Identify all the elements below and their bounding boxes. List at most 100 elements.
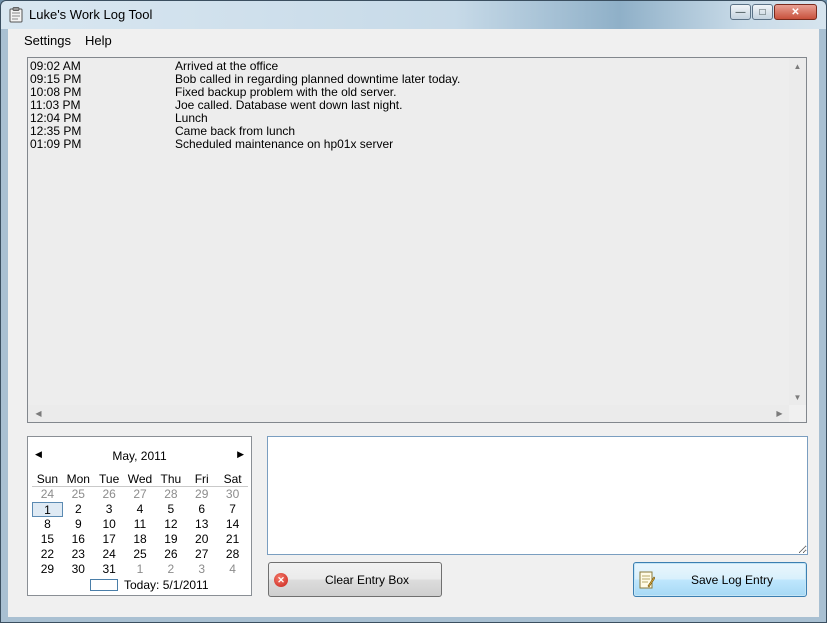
log-list-panel[interactable]: 09:02 AM Arrived at the office 09:15 PM Bob… — [27, 57, 807, 423]
calendar-day[interactable]: 4 — [217, 562, 248, 577]
month-calendar[interactable]: ◀ May, 2011 ▶ Sun Mon Tue Wed Thu Fri Sat 24 25… — [27, 436, 252, 596]
calendar-week-row: 15 16 17 18 19 20 21 — [32, 532, 248, 547]
scroll-corner — [789, 405, 806, 422]
calendar-day[interactable]: 2 — [155, 562, 186, 577]
calendar-day[interactable]: 24 — [32, 487, 63, 502]
calendar-day[interactable]: 30 — [63, 562, 94, 577]
client-area: Settings Help 09:02 AM Arrived at the off… — [8, 29, 819, 617]
weekday-label: Thu — [160, 472, 182, 486]
calendar-day[interactable]: 7 — [217, 502, 248, 517]
entry-textbox[interactable] — [267, 436, 808, 555]
calendar-day[interactable]: 9 — [63, 517, 94, 532]
horizontal-scrollbar[interactable]: ◀ ▶ — [28, 405, 790, 422]
calendar-day[interactable]: 3 — [186, 562, 217, 577]
calendar-day[interactable]: 28 — [217, 547, 248, 562]
calendar-day[interactable]: 29 — [186, 487, 217, 502]
calendar-day[interactable]: 1 — [125, 562, 156, 577]
calendar-day[interactable]: 15 — [32, 532, 63, 547]
calendar-day[interactable]: 30 — [217, 487, 248, 502]
calendar-day[interactable]: 3 — [94, 502, 125, 517]
menu-bar: Settings Help — [8, 29, 819, 53]
scroll-up-icon[interactable]: ▲ — [789, 58, 806, 75]
calendar-day[interactable]: 25 — [63, 487, 94, 502]
calendar-day[interactable]: 24 — [94, 547, 125, 562]
vertical-scrollbar[interactable]: ▲ ▼ — [789, 58, 806, 406]
calendar-day[interactable]: 26 — [155, 547, 186, 562]
log-entry-text: Scheduled maintenance on hp01x server — [175, 137, 394, 151]
calendar-day[interactable]: 8 — [32, 517, 63, 532]
log-entry-row[interactable]: 12:35 PM Came back from lunch — [30, 125, 788, 138]
calendar-day[interactable]: 2 — [63, 502, 94, 517]
calendar-day[interactable]: 23 — [63, 547, 94, 562]
calendar-day[interactable]: 14 — [217, 517, 248, 532]
scroll-right-icon[interactable]: ▶ — [771, 405, 788, 422]
calendar-day[interactable]: 12 — [155, 517, 186, 532]
log-entry-row[interactable]: 09:15 PM Bob called in regarding planned … — [30, 73, 788, 86]
weekday-label: Tue — [99, 472, 120, 486]
clear-entry-label: Clear Entry Box — [324, 573, 410, 587]
menu-help[interactable]: Help — [85, 33, 112, 48]
calendar-day[interactable]: 27 — [125, 487, 156, 502]
calendar-day[interactable]: 13 — [186, 517, 217, 532]
log-list[interactable]: 09:02 AM Arrived at the office 09:15 PM Bob… — [30, 60, 788, 404]
save-log-entry-button[interactable]: Save Log Entry — [633, 562, 807, 597]
calendar-day[interactable]: 21 — [217, 532, 248, 547]
weekday-label: Mon — [66, 472, 90, 486]
calendar-grid: Sun Mon Tue Wed Thu Fri Sat 24 25 26 27 28 29 30 1 2 3 4… — [32, 471, 248, 577]
calendar-week-row: 22 23 24 25 26 27 28 — [32, 547, 248, 562]
calendar-day[interactable]: 11 — [125, 517, 156, 532]
minimize-button[interactable]: — — [730, 4, 751, 20]
calendar-days: 24 25 26 27 28 29 30 1 2 3 4 5 6 7 8 9 10 11 12 13 14 15 16 17 1… — [32, 487, 248, 577]
today-link[interactable]: Today: 5/1/2011 — [124, 578, 209, 592]
calendar-day[interactable]: 4 — [125, 502, 156, 517]
calendar-day[interactable]: 22 — [32, 547, 63, 562]
calendar-day[interactable]: 28 — [155, 487, 186, 502]
weekday-label: Fri — [194, 472, 209, 486]
log-entry-row[interactable]: 12:04 PM Lunch — [30, 112, 788, 125]
calendar-day[interactable]: 20 — [186, 532, 217, 547]
close-button[interactable]: ✕ — [774, 4, 817, 20]
log-entry-row[interactable]: 01:09 PM Scheduled maintenance on hp01x s… — [30, 138, 788, 151]
calendar-week-row: 1234567 — [32, 502, 248, 517]
calendar-day[interactable]: 29 — [32, 562, 63, 577]
window-title: Luke's Work Log Tool — [29, 7, 153, 22]
maximize-icon: □ — [759, 6, 766, 18]
calendar-day[interactable]: 5 — [155, 502, 186, 517]
minimize-icon: — — [735, 6, 746, 18]
close-icon: ✕ — [791, 6, 800, 18]
clipboard-icon — [9, 7, 23, 23]
calendar-week-row: 24 25 26 27 28 29 30 — [32, 487, 248, 502]
today-marker — [90, 579, 118, 591]
save-log-entry-label: Save Log Entry — [690, 573, 774, 587]
maximize-button[interactable]: □ — [752, 4, 773, 20]
calendar-month-label[interactable]: May, 2011 — [28, 449, 251, 463]
calendar-day[interactable]: 18 — [125, 532, 156, 547]
calendar-day[interactable]: 27 — [186, 547, 217, 562]
clear-entry-button[interactable]: ✕ Clear Entry Box — [268, 562, 442, 597]
calendar-day[interactable]: 26 — [94, 487, 125, 502]
log-entry-row[interactable]: 10:08 PM Fixed backup problem with the ol… — [30, 86, 788, 99]
calendar-day[interactable]: 25 — [125, 547, 156, 562]
scroll-left-icon[interactable]: ◀ — [30, 405, 47, 422]
calendar-day[interactable]: 1 — [32, 502, 63, 517]
menu-settings[interactable]: Settings — [24, 33, 71, 48]
app-window: Luke's Work Log Tool — □ ✕ Settings Help… — [0, 0, 827, 623]
weekday-label: Wed — [127, 472, 153, 486]
title-bar[interactable]: Luke's Work Log Tool — □ ✕ — [1, 1, 826, 29]
calendar-day[interactable]: 10 — [94, 517, 125, 532]
scroll-down-icon[interactable]: ▼ — [789, 389, 806, 406]
log-entry-text: Joe called. Database went down last nigh… — [175, 98, 403, 112]
next-month-icon[interactable]: ▶ — [237, 449, 244, 460]
weekday-label: Sun — [36, 472, 59, 486]
weekday-label: Sat — [223, 472, 242, 486]
calendar-week-row: 29 30 31 1 2 3 4 — [32, 562, 248, 577]
calendar-day[interactable]: 17 — [94, 532, 125, 547]
log-entry-time: 01:09 PM — [30, 137, 82, 151]
calendar-day[interactable]: 19 — [155, 532, 186, 547]
calendar-day[interactable]: 16 — [63, 532, 94, 547]
calendar-weekday-header: Sun Mon Tue Wed Thu Fri Sat — [32, 471, 248, 487]
calendar-week-row: 8 9 10 11 12 13 14 — [32, 517, 248, 532]
calendar-day[interactable]: 31 — [94, 562, 125, 577]
calendar-day[interactable]: 6 — [186, 502, 217, 517]
log-entry-row[interactable]: 11:03 PM Joe called. Database went down l… — [30, 99, 788, 112]
